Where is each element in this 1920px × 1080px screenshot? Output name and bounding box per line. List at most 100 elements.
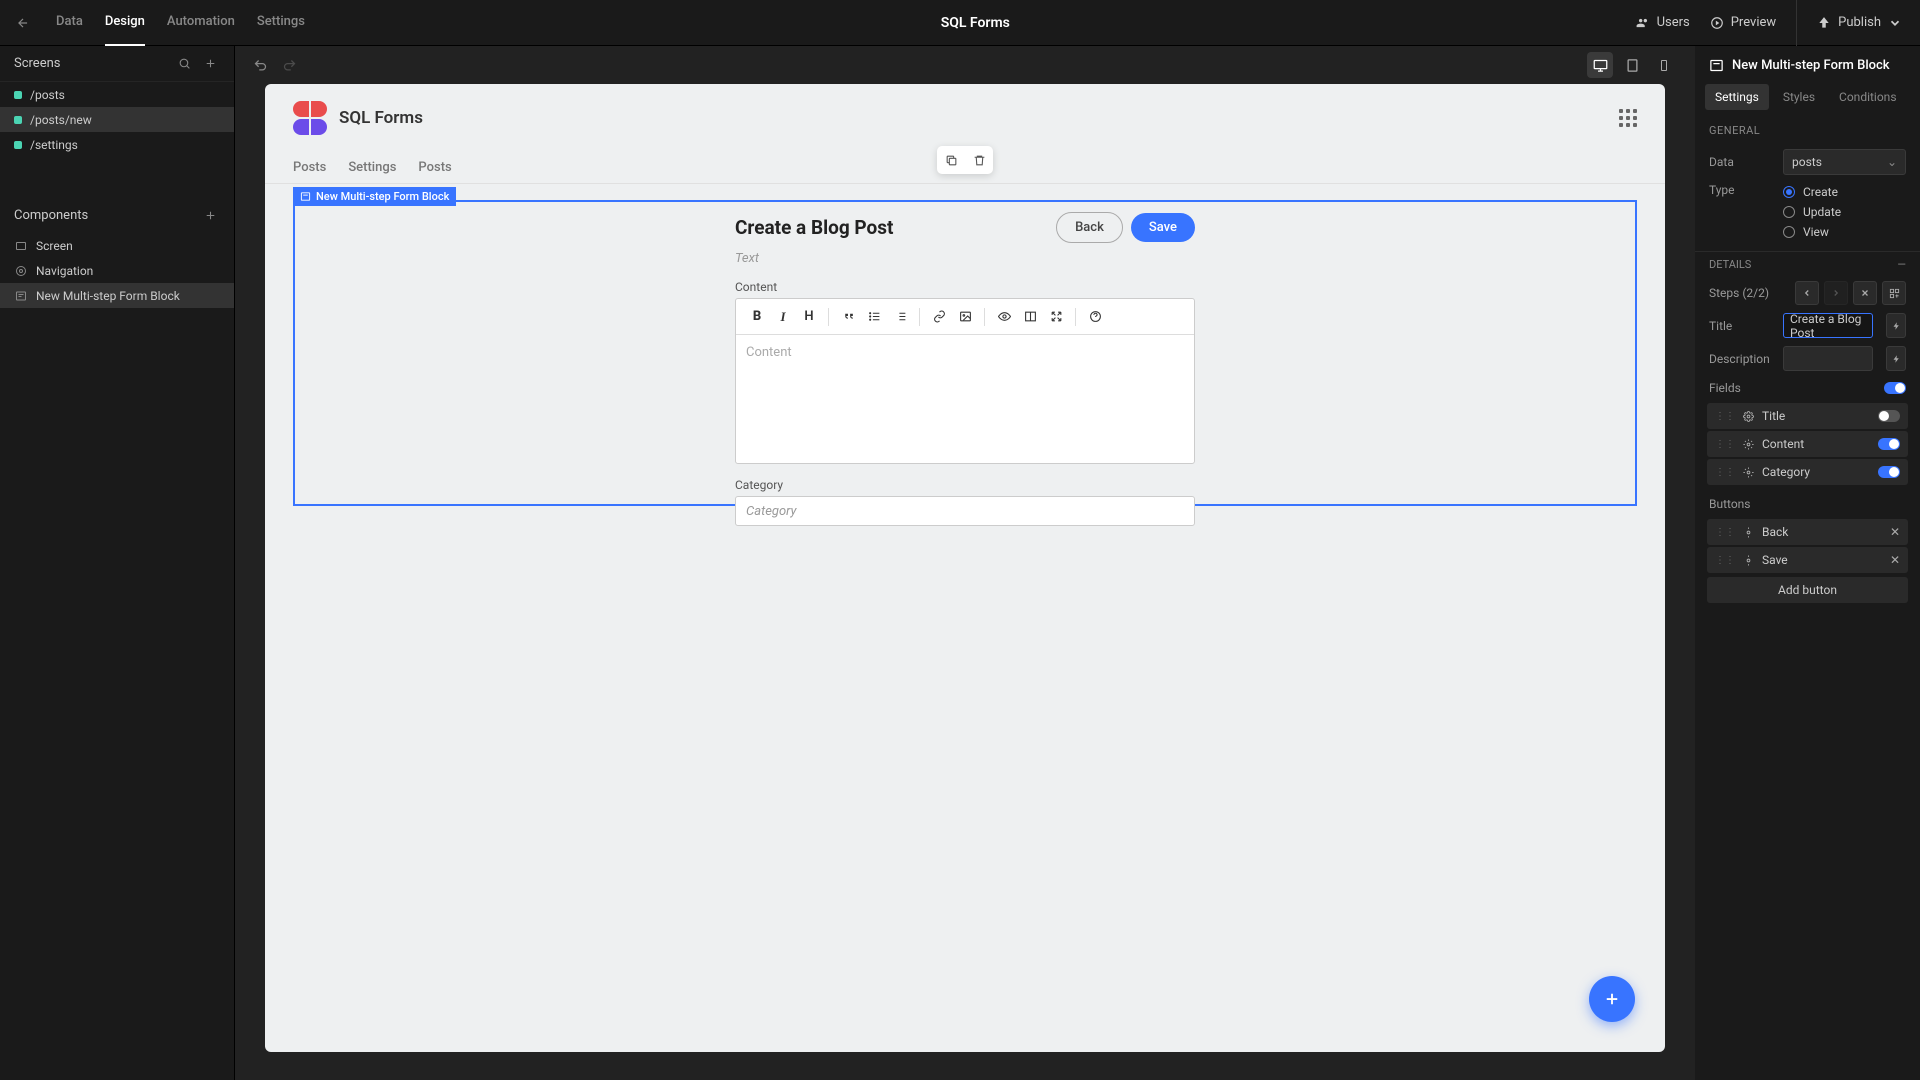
component-screen[interactable]: Screen xyxy=(0,233,234,258)
remove-button-icon[interactable]: ✕ xyxy=(1890,525,1900,539)
field-title-toggle[interactable] xyxy=(1878,410,1900,422)
selection-label: New Multi-step Form Block xyxy=(316,190,449,203)
tab-data[interactable]: Data xyxy=(56,0,83,46)
selection-tag: New Multi-step Form Block xyxy=(293,187,456,206)
button-row-back[interactable]: ⋮⋮Back✕ xyxy=(1707,519,1908,545)
field-category-toggle[interactable] xyxy=(1878,466,1900,478)
fields-toggle[interactable] xyxy=(1884,382,1906,394)
app-logo xyxy=(293,101,327,135)
fab-add-button[interactable] xyxy=(1589,976,1635,1022)
back-arrow[interactable] xyxy=(0,16,46,30)
save-button[interactable]: Save xyxy=(1131,213,1195,242)
data-value: posts xyxy=(1792,155,1822,169)
screen-item-posts-new[interactable]: /posts/new xyxy=(0,107,234,132)
radio-label: View xyxy=(1803,225,1829,239)
gear-icon[interactable] xyxy=(1743,411,1754,422)
gear-icon[interactable] xyxy=(1743,439,1754,450)
split-icon[interactable] xyxy=(1019,306,1041,328)
screen-item-settings[interactable]: /settings xyxy=(0,132,234,157)
gear-icon[interactable] xyxy=(1743,467,1754,478)
type-radio-view[interactable]: View xyxy=(1783,225,1906,239)
undo-button[interactable] xyxy=(253,58,268,73)
content-placeholder[interactable]: Content xyxy=(736,335,1194,463)
back-button[interactable]: Back xyxy=(1056,212,1123,243)
publish-button[interactable]: Publish xyxy=(1796,0,1902,46)
heading-icon[interactable]: H xyxy=(798,306,820,328)
device-mobile[interactable] xyxy=(1651,52,1677,78)
step-next-button[interactable] xyxy=(1824,281,1848,305)
preview-label: Preview xyxy=(1731,15,1776,30)
field-category[interactable]: ⋮⋮Category xyxy=(1707,459,1908,485)
ul-icon[interactable] xyxy=(863,306,885,328)
type-radio-update[interactable]: Update xyxy=(1783,205,1906,219)
desc-bolt-icon[interactable] xyxy=(1886,346,1906,371)
preview-button[interactable]: Preview xyxy=(1710,15,1776,30)
add-button-row[interactable]: Add button xyxy=(1707,577,1908,603)
gear-icon[interactable] xyxy=(1743,527,1754,538)
title-bolt-icon[interactable] xyxy=(1886,313,1906,338)
device-tablet[interactable] xyxy=(1619,52,1645,78)
category-input[interactable]: Category xyxy=(735,496,1195,526)
component-form-block[interactable]: New Multi-step Form Block xyxy=(0,283,234,308)
quote-icon[interactable] xyxy=(837,306,859,328)
form-block-icon xyxy=(1709,58,1724,73)
form-description-placeholder: Text xyxy=(735,251,1195,266)
screen-item-posts[interactable]: /posts xyxy=(0,82,234,107)
duplicate-icon[interactable] xyxy=(937,146,965,174)
field-content-toggle[interactable] xyxy=(1878,438,1900,450)
component-label: Navigation xyxy=(36,264,93,278)
form-block-selected[interactable]: Create a Blog Post Back Save Text Conten… xyxy=(293,200,1637,506)
title-input[interactable]: Create a Blog Post xyxy=(1783,313,1873,338)
search-icon[interactable] xyxy=(174,54,194,74)
canvas[interactable]: SQL Forms Posts Settings Posts New Multi… xyxy=(265,84,1665,1052)
right-tab-styles[interactable]: Styles xyxy=(1773,84,1825,110)
right-tab-settings[interactable]: Settings xyxy=(1705,84,1769,110)
canvas-tab-posts[interactable]: Posts xyxy=(293,160,326,175)
grip-icon: ⋮⋮ xyxy=(1715,467,1735,478)
bold-icon[interactable]: B xyxy=(746,306,768,328)
type-radio-create[interactable]: Create xyxy=(1783,185,1906,199)
tab-settings[interactable]: Settings xyxy=(257,0,305,46)
step-remove-button[interactable] xyxy=(1853,281,1877,305)
collapse-icon[interactable]: — xyxy=(1897,258,1906,271)
data-select[interactable]: posts⌄ xyxy=(1783,149,1906,175)
field-label: Content xyxy=(1762,437,1804,451)
right-tab-conditions[interactable]: Conditions xyxy=(1829,84,1906,110)
eye-icon[interactable] xyxy=(993,306,1015,328)
app-menu-icon[interactable] xyxy=(1619,109,1637,127)
trash-icon[interactable] xyxy=(965,146,993,174)
fullscreen-icon[interactable] xyxy=(1045,306,1067,328)
image-icon[interactable] xyxy=(954,306,976,328)
step-add-button[interactable] xyxy=(1882,281,1906,305)
device-desktop[interactable] xyxy=(1587,52,1613,78)
canvas-app-title: SQL Forms xyxy=(339,108,423,128)
italic-icon[interactable]: I xyxy=(772,306,794,328)
right-header: New Multi-step Form Block xyxy=(1732,58,1890,73)
redo-button[interactable] xyxy=(282,58,297,73)
link-icon[interactable] xyxy=(928,306,950,328)
canvas-tab-posts2[interactable]: Posts xyxy=(418,160,451,175)
canvas-tab-settings[interactable]: Settings xyxy=(348,160,396,175)
rich-text-editor[interactable]: B I H xyxy=(735,298,1195,464)
help-icon[interactable] xyxy=(1084,306,1106,328)
remove-button-icon[interactable]: ✕ xyxy=(1890,553,1900,567)
screen-label: /posts xyxy=(30,88,65,102)
field-content[interactable]: ⋮⋮Content xyxy=(1707,431,1908,457)
button-row-save[interactable]: ⋮⋮Save✕ xyxy=(1707,547,1908,573)
tab-design[interactable]: Design xyxy=(105,0,145,46)
users-button[interactable]: Users xyxy=(1636,15,1690,30)
step-prev-button[interactable] xyxy=(1795,281,1819,305)
ol-icon[interactable] xyxy=(889,306,911,328)
nav-icon xyxy=(14,264,28,278)
screen-icon xyxy=(14,239,28,253)
component-navigation[interactable]: Navigation xyxy=(0,258,234,283)
field-label: Title xyxy=(1762,409,1785,423)
field-title[interactable]: ⋮⋮Title xyxy=(1707,403,1908,429)
form-heading: Create a Blog Post xyxy=(735,216,1048,239)
publish-label: Publish xyxy=(1838,15,1881,30)
description-input[interactable] xyxy=(1783,346,1873,371)
tab-automation[interactable]: Automation xyxy=(167,0,235,46)
add-component-button[interactable] xyxy=(200,205,220,225)
gear-icon[interactable] xyxy=(1743,555,1754,566)
add-screen-button[interactable] xyxy=(200,54,220,74)
